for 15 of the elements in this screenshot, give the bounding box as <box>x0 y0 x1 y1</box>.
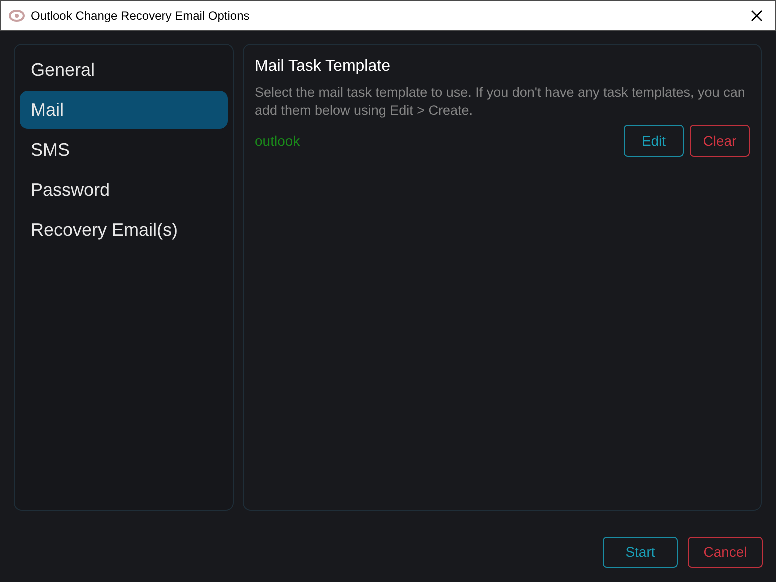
close-icon[interactable] <box>751 10 763 22</box>
section-description: Select the mail task template to use. If you don't have any task templates, you can add them below using Edit > Create. <box>255 84 746 120</box>
cancel-button[interactable]: Cancel <box>688 537 763 568</box>
window-title: Outlook Change Recovery Email Options <box>31 8 250 24</box>
section-title: Mail Task Template <box>255 57 392 77</box>
sidebar-item[interactable]: SMS <box>20 131 228 169</box>
sidebar-item[interactable]: General <box>20 51 228 89</box>
start-button[interactable]: Start <box>603 537 678 568</box>
sidebar-item[interactable]: Recovery Email(s) <box>20 211 228 249</box>
sidebar-item[interactable]: Mail <box>20 91 228 129</box>
app-icon <box>9 10 25 22</box>
sidebar-item[interactable]: Password <box>20 171 228 209</box>
clear-button[interactable]: Clear <box>690 125 750 157</box>
edit-button[interactable]: Edit <box>624 125 684 157</box>
selected-template: outlook <box>255 132 300 150</box>
